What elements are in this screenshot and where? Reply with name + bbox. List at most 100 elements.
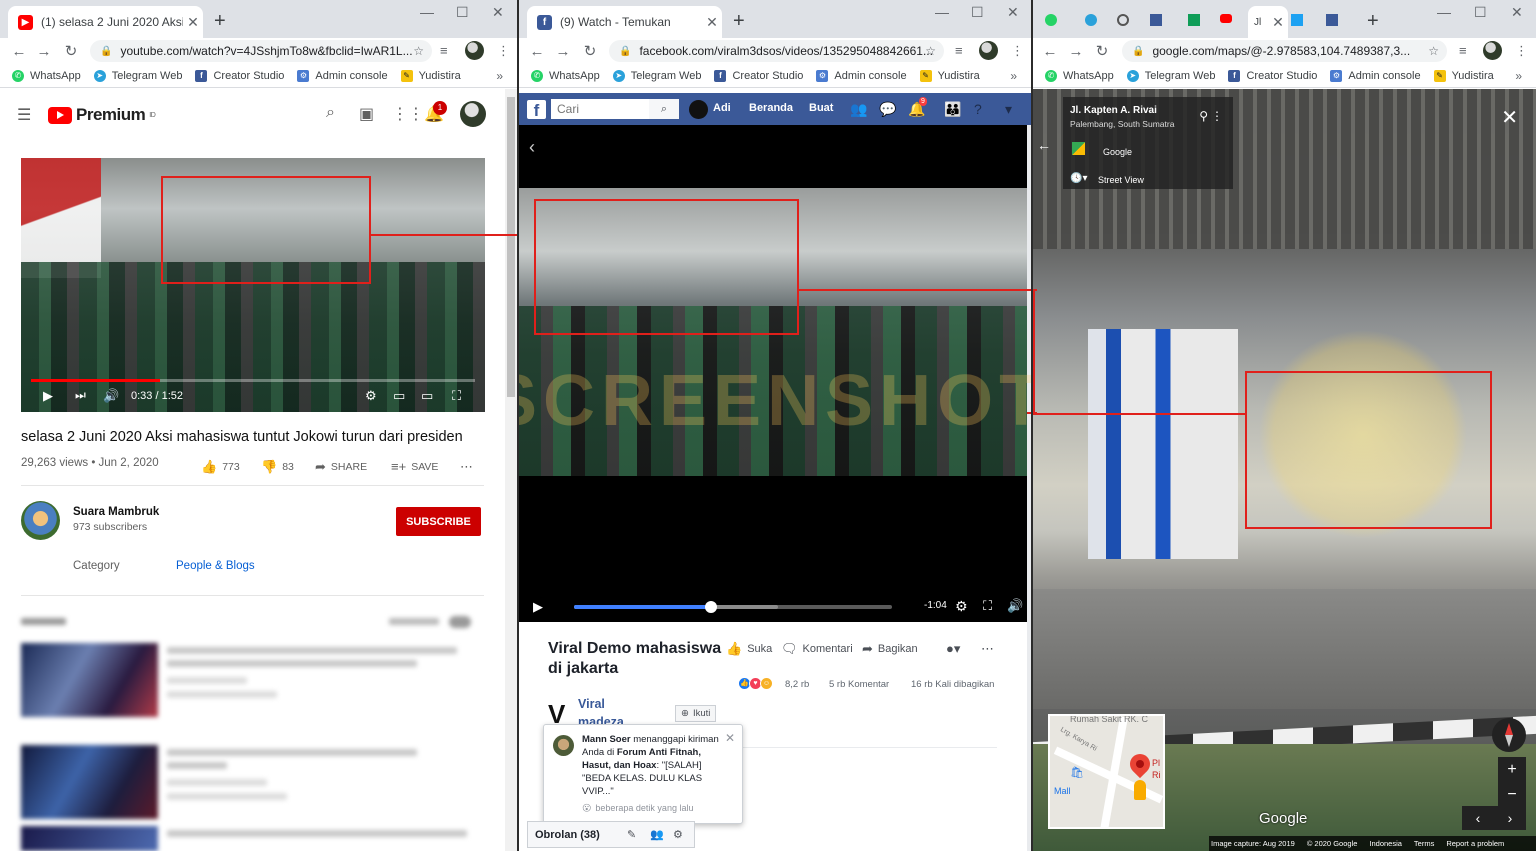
- bookmark-star-icon[interactable]: ☆: [925, 44, 936, 58]
- messenger-icon[interactable]: 💬: [879, 101, 896, 118]
- share-count[interactable]: 16 rb Kali dibagikan: [911, 679, 994, 690]
- share-button[interactable]: ➦ SHARE: [315, 459, 367, 475]
- bookmark-whatsapp[interactable]: ✆ WhatsApp: [531, 69, 600, 82]
- fullscreen-icon[interactable]: ⛶: [983, 598, 992, 614]
- prev-arrow-icon[interactable]: ‹: [1476, 810, 1481, 826]
- bookmark-whatsapp[interactable]: ✆ WhatsApp: [12, 69, 81, 82]
- back-chevron-icon[interactable]: ‹: [529, 137, 535, 158]
- pegman-icon[interactable]: [1134, 780, 1146, 800]
- back-icon[interactable]: ←: [1039, 43, 1061, 60]
- bookmarks-overflow-icon[interactable]: »: [1515, 69, 1522, 83]
- channel-name[interactable]: Suara Mambruk: [73, 506, 159, 518]
- compass-icon[interactable]: [1492, 718, 1526, 752]
- zoom-out-icon[interactable]: −: [1498, 782, 1526, 807]
- comment-count[interactable]: 5 rb Komentar: [829, 679, 889, 690]
- facebook-tab-icon[interactable]: [1150, 14, 1162, 26]
- forward-icon[interactable]: →: [1065, 43, 1087, 60]
- minimize-icon[interactable]: —: [420, 4, 434, 20]
- next-arrow-icon[interactable]: ›: [1508, 810, 1513, 826]
- new-message-icon[interactable]: ✎: [627, 828, 636, 841]
- playlist-icon[interactable]: ≡: [440, 43, 448, 58]
- terms-link[interactable]: Terms: [1414, 839, 1434, 848]
- like-button[interactable]: 👍 773: [201, 459, 240, 475]
- chat-bar[interactable]: Obrolan (38) ✎ 👥 ⚙: [527, 821, 695, 848]
- report-problem-link[interactable]: Report a problem: [1446, 839, 1504, 848]
- more-options-icon[interactable]: ⋯: [981, 641, 999, 657]
- post-as-selector[interactable]: ●▾: [946, 641, 965, 657]
- new-group-icon[interactable]: 👥: [650, 828, 664, 841]
- back-icon[interactable]: ←: [8, 43, 30, 60]
- settings-gear-icon[interactable]: ⚙: [365, 388, 377, 404]
- tab-facebook[interactable]: f (9) Watch - Temukan ✕: [527, 6, 722, 38]
- back-arrow-icon[interactable]: ←: [1037, 137, 1051, 153]
- forward-icon[interactable]: →: [552, 43, 574, 60]
- tab-youtube[interactable]: ▶ (1) selasa 2 Juni 2020 Aksi maha... ✕: [8, 6, 203, 38]
- menu-kebab-icon[interactable]: ⋮: [1011, 43, 1024, 59]
- profile-avatar[interactable]: [465, 41, 484, 60]
- recommended-video-blurred[interactable]: [21, 826, 484, 851]
- fullscreen-icon[interactable]: ⛶: [452, 388, 461, 404]
- new-tab-icon[interactable]: +: [214, 10, 226, 33]
- bookmark-yudistira[interactable]: ✎ Yudistira: [400, 69, 461, 82]
- dislike-button[interactable]: 👎 83: [261, 459, 294, 475]
- profile-avatar[interactable]: [1483, 41, 1502, 60]
- create-video-icon[interactable]: ▣: [359, 104, 374, 124]
- telegram-tab-icon[interactable]: [1085, 14, 1097, 26]
- bookmark-telegram[interactable]: ➤ Telegram Web: [1126, 69, 1215, 82]
- playlist-icon[interactable]: ≡: [955, 43, 963, 58]
- play-icon[interactable]: ▶: [43, 388, 53, 404]
- video-progress-bar[interactable]: [574, 601, 892, 613]
- bookmark-yudistira[interactable]: ✎ Yudistira: [919, 69, 980, 82]
- bookmarks-overflow-icon[interactable]: »: [1010, 69, 1017, 83]
- back-icon[interactable]: ←: [526, 43, 548, 60]
- playlist-icon[interactable]: ≡: [1459, 43, 1467, 58]
- settings-gear-icon[interactable]: ⚙: [955, 598, 968, 615]
- bookmark-creator-studio[interactable]: f Creator Studio: [1228, 69, 1317, 82]
- video-progress-bar[interactable]: [31, 379, 475, 382]
- hamburger-menu-icon[interactable]: ☰: [17, 105, 31, 125]
- youtube-logo[interactable]: Premium ID: [48, 105, 156, 125]
- theater-mode-icon[interactable]: ▭: [421, 388, 433, 404]
- close-window-icon[interactable]: ✕: [492, 4, 504, 21]
- user-avatar[interactable]: [460, 101, 486, 127]
- nav-profile[interactable]: Adi: [713, 102, 731, 114]
- play-icon[interactable]: ▶: [533, 599, 543, 615]
- zoom-in-icon[interactable]: +: [1498, 757, 1526, 782]
- bookmark-yudistira[interactable]: ✎ Yudistira: [1433, 69, 1494, 82]
- user-avatar[interactable]: [689, 100, 708, 119]
- facebook-tab-icon[interactable]: [1326, 14, 1338, 26]
- page-scrollbar[interactable]: [505, 89, 517, 851]
- region-link[interactable]: Indonesia: [1369, 839, 1402, 848]
- scrollbar-thumb[interactable]: [507, 97, 515, 397]
- next-icon[interactable]: ⏭: [75, 388, 86, 403]
- page-logo[interactable]: V: [548, 701, 572, 727]
- apps-grid-icon[interactable]: ⋮⋮: [392, 104, 424, 124]
- history-clock-icon[interactable]: 🕓▾: [1070, 173, 1087, 184]
- search-icon[interactable]: ⌕: [649, 99, 679, 119]
- groups-icon[interactable]: 👪: [944, 101, 961, 118]
- whatsapp-tab-icon[interactable]: [1045, 14, 1057, 26]
- youtube-tab-icon[interactable]: [1220, 14, 1232, 23]
- like-button[interactable]: 👍 Suka: [726, 641, 772, 657]
- channel-avatar[interactable]: [21, 501, 60, 540]
- bookmark-admin-console[interactable]: ⚙ Admin console: [1330, 69, 1421, 82]
- facebook-logo-icon[interactable]: f: [527, 100, 546, 120]
- close-icon[interactable]: ✕: [725, 731, 735, 745]
- maximize-icon[interactable]: ☐: [971, 4, 984, 21]
- bookmark-whatsapp[interactable]: ✆ WhatsApp: [1045, 69, 1114, 82]
- more-actions-icon[interactable]: ⋯: [460, 459, 478, 475]
- close-tab-icon[interactable]: ✕: [183, 14, 203, 31]
- menu-kebab-icon[interactable]: ⋮: [497, 43, 510, 59]
- bookmark-telegram[interactable]: ➤ Telegram Web: [612, 69, 701, 82]
- reload-icon[interactable]: ↻: [1091, 42, 1113, 60]
- comment-button[interactable]: 🗨 Komentari: [781, 641, 853, 657]
- nav-create[interactable]: Buat: [809, 102, 833, 114]
- reload-icon[interactable]: ↻: [60, 42, 82, 60]
- minimize-icon[interactable]: —: [1437, 4, 1451, 20]
- maximize-icon[interactable]: ☐: [456, 4, 469, 21]
- reaction-count[interactable]: 8,2 rb: [785, 679, 809, 690]
- help-icon[interactable]: ?: [974, 101, 982, 117]
- minimap[interactable]: Rumah Sakit RK. C Lrg. Karya Ri Mall 🛍 P…: [1048, 714, 1165, 829]
- more-options-icon[interactable]: ⋮: [1211, 109, 1223, 123]
- bookmark-creator-studio[interactable]: f Creator Studio: [195, 69, 284, 82]
